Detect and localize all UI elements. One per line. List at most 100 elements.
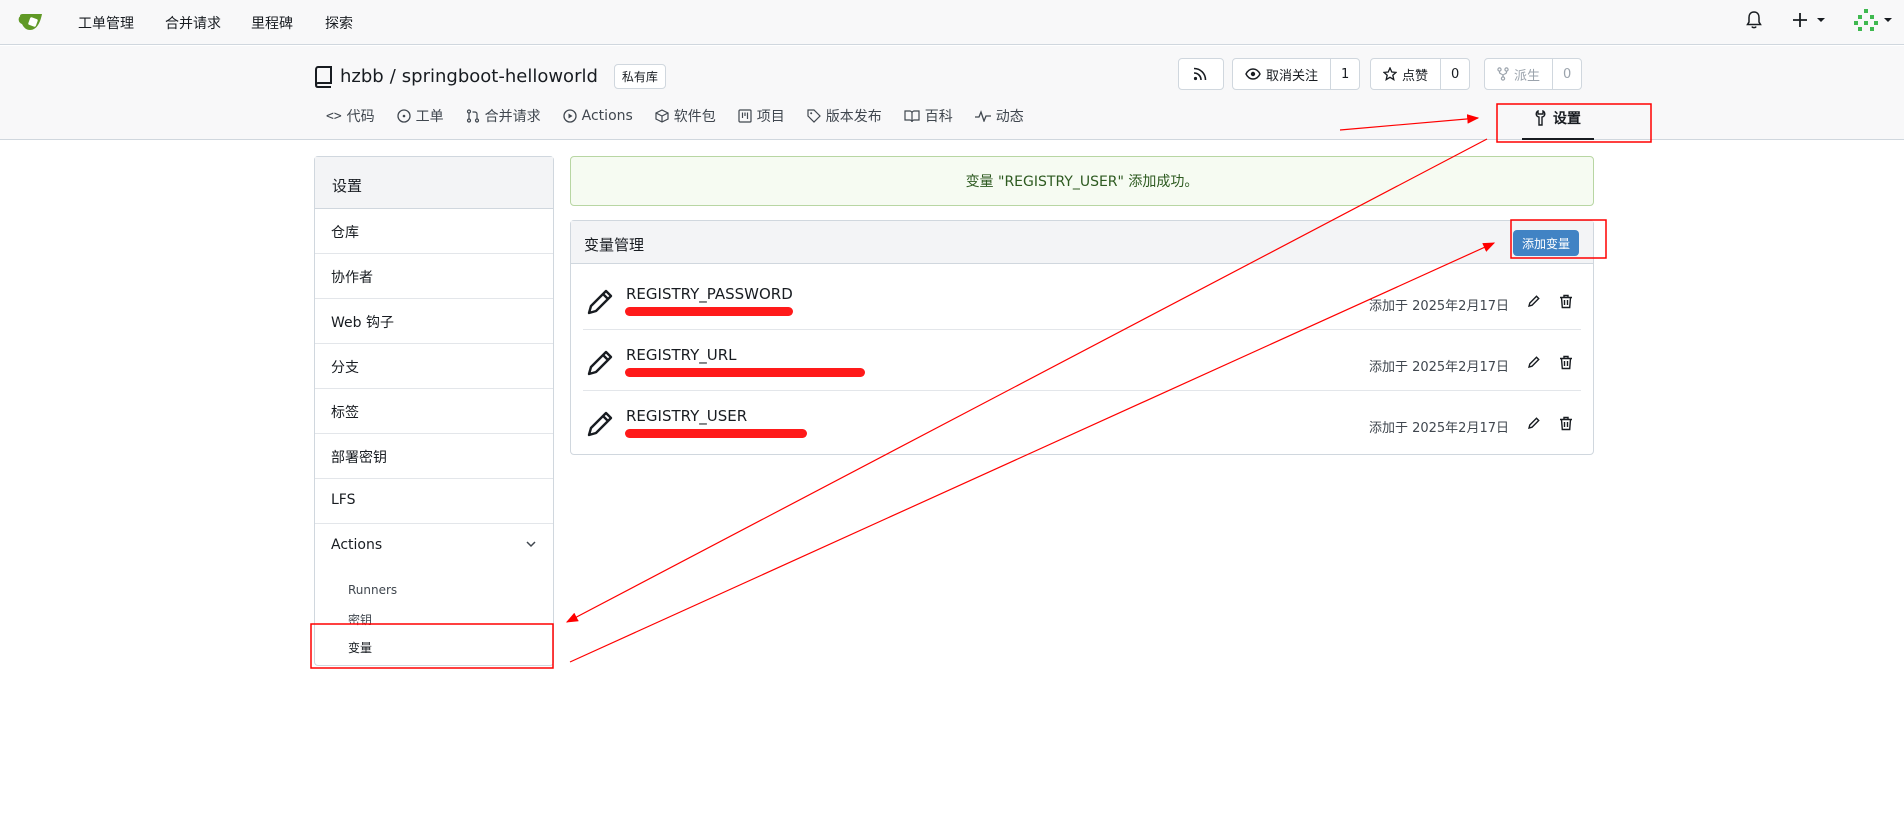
fork-count[interactable]: 0 <box>1552 59 1581 89</box>
pencil-icon <box>587 289 613 315</box>
sidebar-item-webhooks[interactable]: Web 钩子 <box>315 299 553 344</box>
fork-button[interactable]: 派生 <box>1485 59 1552 89</box>
tab-projects[interactable]: 项目 <box>738 106 785 126</box>
success-flash-message: 变量 "REGISTRY_USER" 添加成功。 <box>570 156 1594 206</box>
wrench-icon <box>1535 110 1546 126</box>
chevron-down-icon <box>526 541 536 548</box>
user-avatar-icon[interactable] <box>1854 7 1896 35</box>
sidebar-subitem-variables[interactable]: 变量 <box>315 633 553 661</box>
issue-icon <box>397 109 411 123</box>
pencil-icon <box>587 350 613 376</box>
repo-owner-link[interactable]: hzbb <box>340 66 384 87</box>
sidebar-item-branches[interactable]: 分支 <box>315 344 553 389</box>
sidebar-item-repository[interactable]: 仓库 <box>315 209 553 254</box>
variables-panel-title: 变量管理 <box>584 236 645 254</box>
eye-icon <box>1245 68 1261 80</box>
sidebar-subitem-secrets[interactable]: 密钥 <box>315 605 553 633</box>
nav-pulls[interactable]: 合并请求 <box>165 13 221 33</box>
tab-wiki[interactable]: 百科 <box>904 106 953 126</box>
book-icon <box>904 110 920 123</box>
tab-settings[interactable]: 设置 <box>1534 108 1581 128</box>
tab-activity-label: 动态 <box>995 109 1024 125</box>
tab-releases[interactable]: 版本发布 <box>807 106 882 126</box>
private-badge: 私有库 <box>613 64 666 89</box>
create-plus-icon[interactable] <box>1793 12 1827 28</box>
star-group: 点赞 0 <box>1370 58 1471 90</box>
variable-date: 添加于 2025年2月17日 <box>1368 360 1509 375</box>
bell-icon[interactable] <box>1746 11 1762 29</box>
sidebar-item-tags[interactable]: 标签 <box>315 389 553 434</box>
variable-row: REGISTRY_USER 添加于 2025年2月17日 <box>583 391 1581 452</box>
variable-name: REGISTRY_URL <box>626 346 737 364</box>
variable-row: REGISTRY_URL 添加于 2025年2月17日 <box>583 330 1581 391</box>
star-label: 点赞 <box>1402 68 1429 84</box>
rss-icon <box>1193 67 1207 81</box>
variables-panel: 变量管理 添加变量 REGISTRY_PASSWORD 添加于 2025年2月1… <box>570 220 1594 455</box>
edit-pencil-icon[interactable] <box>1527 416 1541 430</box>
project-icon <box>738 109 752 123</box>
fork-group: 派生 0 <box>1484 58 1583 90</box>
variables-panel-header: 变量管理 添加变量 <box>571 221 1593 264</box>
tab-issues[interactable]: 工单 <box>397 106 444 126</box>
fork-icon <box>1497 67 1509 81</box>
tab-pulls-label: 合并请求 <box>484 109 541 125</box>
tab-code-label: 代码 <box>346 109 375 125</box>
trash-icon[interactable] <box>1559 355 1573 370</box>
unwatch-button[interactable]: 取消关注 <box>1233 59 1330 89</box>
rss-button[interactable] <box>1178 58 1224 90</box>
tab-settings-label: 设置 <box>1553 111 1581 127</box>
fork-label: 派生 <box>1514 68 1541 84</box>
sidebar-item-lfs[interactable]: LFS <box>315 479 553 524</box>
star-count[interactable]: 0 <box>1440 59 1469 89</box>
pulse-icon <box>974 110 991 122</box>
variable-name: REGISTRY_USER <box>626 407 748 425</box>
pull-request-icon <box>466 109 479 123</box>
code-icon: <> <box>326 108 342 124</box>
tab-actions[interactable]: Actions <box>563 106 633 126</box>
tab-issues-label: 工单 <box>415 109 444 125</box>
sidebar-group-actions[interactable]: Actions <box>315 524 553 569</box>
repo-icon <box>314 65 332 88</box>
unwatch-label: 取消关注 <box>1266 68 1319 84</box>
variable-date: 添加于 2025年2月17日 <box>1368 421 1509 436</box>
tab-projects-label: 项目 <box>756 109 785 125</box>
edit-pencil-icon[interactable] <box>1527 355 1541 369</box>
play-icon <box>563 109 577 123</box>
watch-count[interactable]: 1 <box>1330 59 1359 89</box>
star-button[interactable]: 点赞 <box>1371 59 1440 89</box>
tab-pulls[interactable]: 合并请求 <box>466 106 541 126</box>
star-icon <box>1383 67 1397 81</box>
pencil-icon <box>587 411 613 437</box>
gitea-logo-icon[interactable] <box>18 10 46 34</box>
trash-icon[interactable] <box>1559 416 1573 431</box>
redacted-value-mark <box>625 429 807 438</box>
tab-actions-label: Actions <box>581 108 633 124</box>
tab-wiki-label: 百科 <box>924 109 953 125</box>
variable-date: 添加于 2025年2月17日 <box>1368 299 1509 314</box>
sidebar-title: 设置 <box>315 157 553 209</box>
repo-separator: / <box>389 66 396 87</box>
tag-icon <box>807 109 821 123</box>
repo-title: hzbb / springboot-helloworld 私有库 <box>314 64 666 89</box>
nav-milestones[interactable]: 里程碑 <box>251 13 293 33</box>
sidebar-subitem-runners[interactable]: Runners <box>315 577 553 605</box>
watch-group: 取消关注 1 <box>1232 58 1361 90</box>
tab-code[interactable]: <> 代码 <box>326 106 375 126</box>
sidebar-item-collaborators[interactable]: 协作者 <box>315 254 553 299</box>
repo-name-link[interactable]: springboot-helloworld <box>402 66 598 87</box>
tab-packages-label: 软件包 <box>673 109 716 125</box>
redacted-value-mark <box>625 307 793 316</box>
nav-explore[interactable]: 探索 <box>325 13 353 33</box>
sidebar-item-deploy-keys[interactable]: 部署密钥 <box>315 434 553 479</box>
top-navbar: 工单管理 合并请求 里程碑 探索 <box>0 0 1904 45</box>
settings-sidebar: 设置 仓库 协作者 Web 钩子 分支 标签 部署密钥 LFS Actions … <box>314 156 554 666</box>
repo-header: hzbb / springboot-helloworld 私有库 取消关注 1 <box>0 46 1904 140</box>
nav-issues[interactable]: 工单管理 <box>78 13 134 33</box>
redacted-value-mark <box>625 368 865 377</box>
tab-activity[interactable]: 动态 <box>974 106 1024 126</box>
edit-pencil-icon[interactable] <box>1527 294 1541 308</box>
variable-row: REGISTRY_PASSWORD 添加于 2025年2月17日 <box>583 269 1581 330</box>
add-variable-button[interactable]: 添加变量 <box>1512 230 1579 256</box>
tab-packages[interactable]: 软件包 <box>655 106 716 126</box>
trash-icon[interactable] <box>1559 294 1573 309</box>
